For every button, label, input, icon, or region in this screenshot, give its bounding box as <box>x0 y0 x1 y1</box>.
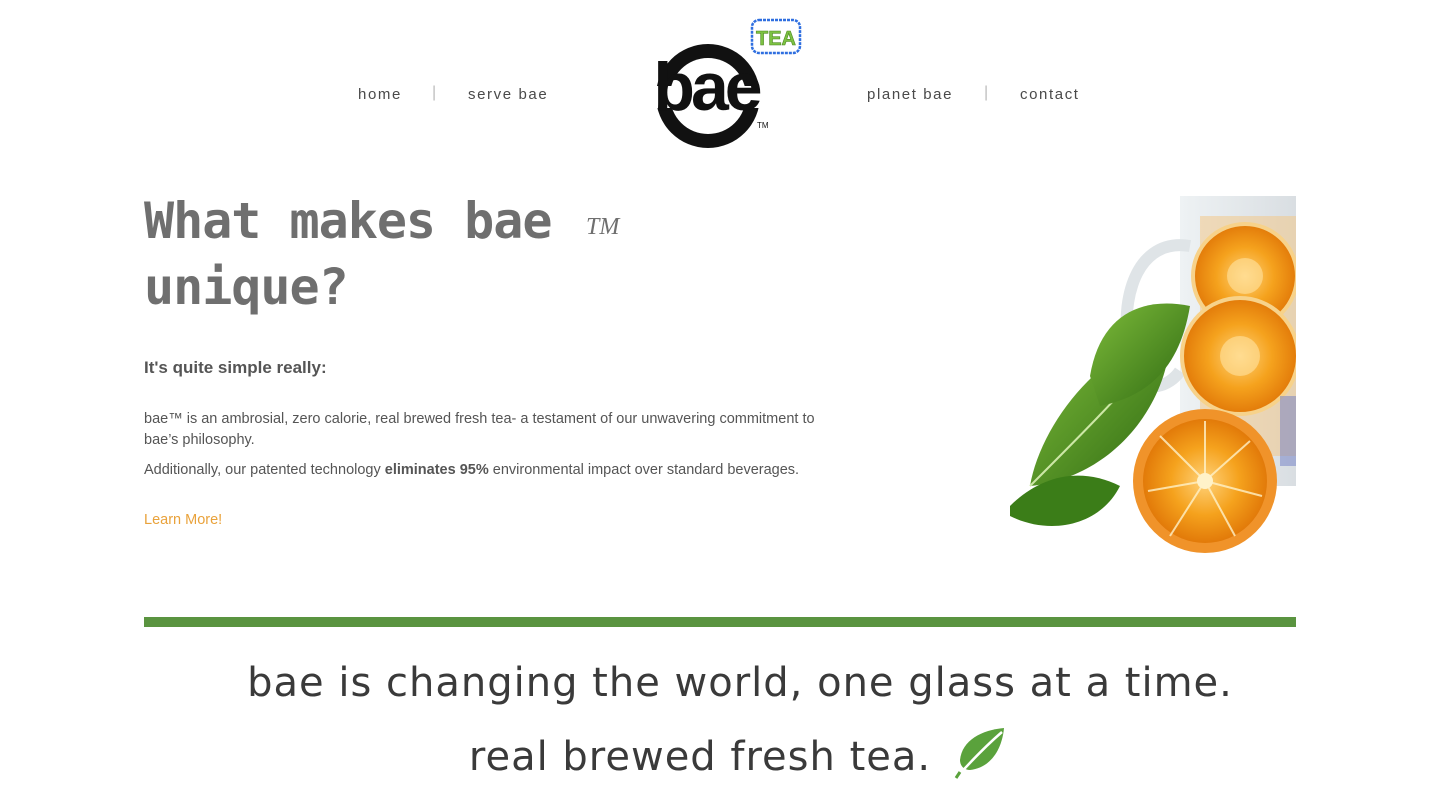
technology-paragraph: Additionally, our patented technology el… <box>144 460 844 481</box>
logo-badge-text: TEA <box>756 28 796 50</box>
tea-orange-image <box>1000 196 1296 567</box>
bae-tea-logo[interactable]: TEA bae TM <box>638 18 804 152</box>
subheading: It's quite simple really: <box>144 358 327 377</box>
page-headline: What makes bae unique? TM <box>144 188 844 320</box>
logo-trademark: TM <box>757 121 769 130</box>
nav-separator: | <box>984 84 989 101</box>
learn-more-link[interactable]: Learn More! <box>144 512 222 528</box>
headline-trademark: TM <box>586 214 620 240</box>
leaf-icon <box>954 728 1004 779</box>
nav-separator: | <box>432 84 437 101</box>
technology-highlight: eliminates 95% <box>384 462 489 478</box>
headline-line1: What makes bae <box>144 192 552 250</box>
intro-paragraph: bae™ is an ambrosial, zero calorie, real… <box>144 411 815 448</box>
tagline-line1: bae is changing the world, one glass at … <box>247 660 1233 706</box>
headline-line2: unique? <box>144 258 349 316</box>
nav-contact-link[interactable]: contact <box>1020 86 1080 103</box>
nav-home-link[interactable]: home <box>358 86 402 103</box>
nav-serve-bae-link[interactable]: serve bae <box>468 86 548 103</box>
nav-planet-bae-link[interactable]: planet bae <box>867 86 953 103</box>
technology-text-prefix: Additionally, our patented technology <box>144 462 385 478</box>
tagline-line2: real brewed fresh tea. <box>468 734 932 780</box>
logo-wordmark: bae <box>653 49 760 125</box>
logo-graphic: TEA bae TM <box>642 18 802 148</box>
technology-text-suffix: environmental impact over standard bever… <box>488 462 800 478</box>
section-divider <box>144 617 1296 627</box>
